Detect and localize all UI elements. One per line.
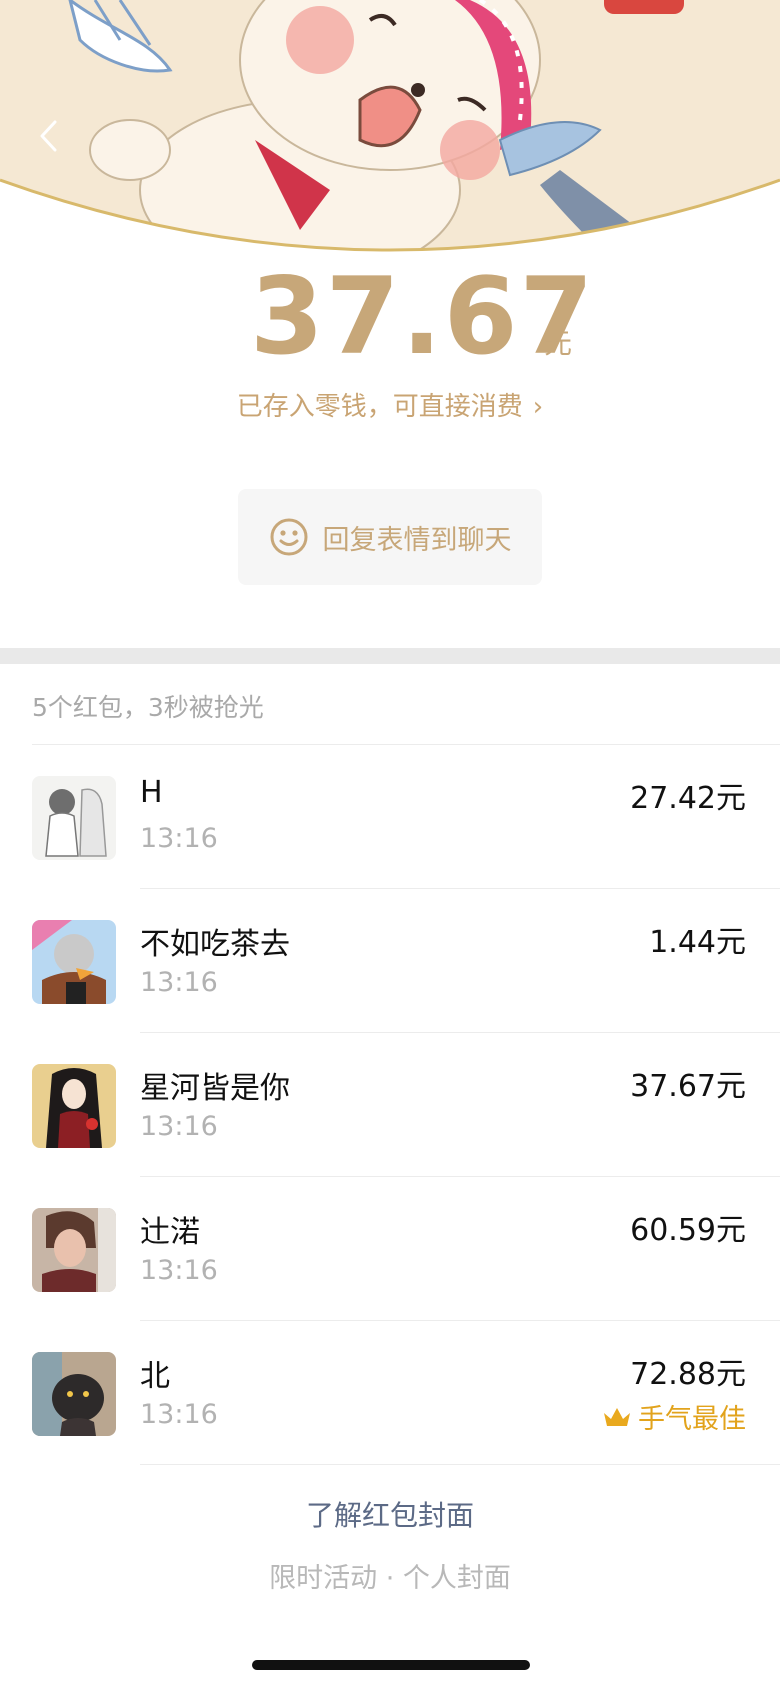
best-luck-badge: 手气最佳 bbox=[602, 1397, 746, 1436]
recipient-time: 13:16 bbox=[140, 967, 218, 998]
wallet-balance-text: 已存入零钱，可直接消费 bbox=[236, 392, 523, 422]
list-item[interactable]: 辻渃 13:16 60.59元 bbox=[0, 1177, 780, 1321]
home-indicator[interactable] bbox=[252, 1660, 530, 1670]
recipient-time: 13:16 bbox=[140, 1111, 218, 1142]
list-item[interactable]: 星河皆是你 13:16 37.67元 bbox=[0, 1033, 780, 1177]
list-item[interactable]: 北 13:16 72.88元 手气最佳 bbox=[0, 1321, 780, 1465]
recipient-amount: 1.44元 bbox=[649, 925, 746, 960]
chevron-left-icon bbox=[40, 120, 57, 152]
recipient-name: H bbox=[140, 775, 163, 810]
recipient-amount: 72.88元 bbox=[630, 1357, 746, 1392]
recipient-amount: 60.59元 bbox=[630, 1213, 746, 1248]
avatar[interactable] bbox=[32, 1352, 116, 1436]
recipient-time: 13:16 bbox=[140, 823, 218, 854]
wallet-balance-link[interactable]: 已存入零钱，可直接消费 › bbox=[0, 386, 780, 423]
amount-unit: 元 bbox=[544, 327, 573, 360]
avatar[interactable] bbox=[32, 1208, 116, 1292]
divider bbox=[140, 1464, 780, 1465]
section-divider bbox=[0, 648, 780, 664]
reply-sticker-label: 回复表情到聊天 bbox=[322, 524, 512, 556]
avatar[interactable] bbox=[32, 920, 116, 1004]
avatar[interactable] bbox=[32, 776, 116, 860]
reply-sticker-button[interactable]: 回复表情到聊天 bbox=[238, 489, 542, 585]
cover-illustration bbox=[0, 0, 780, 272]
recipient-amount: 37.67元 bbox=[630, 1069, 746, 1104]
list-item[interactable]: 不如吃茶去 13:16 1.44元 bbox=[0, 889, 780, 1033]
best-luck-label: 手气最佳 bbox=[638, 1404, 746, 1435]
recipient-list: H 13:16 27.42元 不如吃茶去 13:16 1.44元 星河皆是你 1… bbox=[0, 745, 780, 1465]
crown-icon bbox=[604, 1407, 630, 1426]
recipient-time: 13:16 bbox=[140, 1255, 218, 1286]
cover-promo-text: 限时活动 · 个人封面 bbox=[269, 1563, 511, 1594]
packet-summary: 5个红包，3秒被抢光 bbox=[32, 693, 264, 722]
recipient-name: 辻渃 bbox=[140, 1215, 200, 1250]
received-amount: 37.67 元 bbox=[0, 262, 780, 372]
list-item[interactable]: H 13:16 27.42元 bbox=[0, 745, 780, 889]
smiley-icon bbox=[270, 518, 307, 556]
avatar[interactable] bbox=[32, 1064, 116, 1148]
recipient-amount: 27.42元 bbox=[630, 781, 746, 816]
recipient-name: 北 bbox=[140, 1359, 170, 1394]
chevron-right-icon: › bbox=[532, 392, 544, 422]
recipient-time: 13:16 bbox=[140, 1399, 218, 1430]
recipient-name: 不如吃茶去 bbox=[140, 927, 290, 962]
learn-cover-link[interactable]: 了解红包封面 bbox=[0, 1494, 780, 1534]
recipient-name: 星河皆是你 bbox=[140, 1071, 290, 1106]
cover-illustration-art bbox=[0, 0, 780, 252]
back-button[interactable] bbox=[30, 118, 66, 154]
cover-badge bbox=[604, 0, 684, 14]
